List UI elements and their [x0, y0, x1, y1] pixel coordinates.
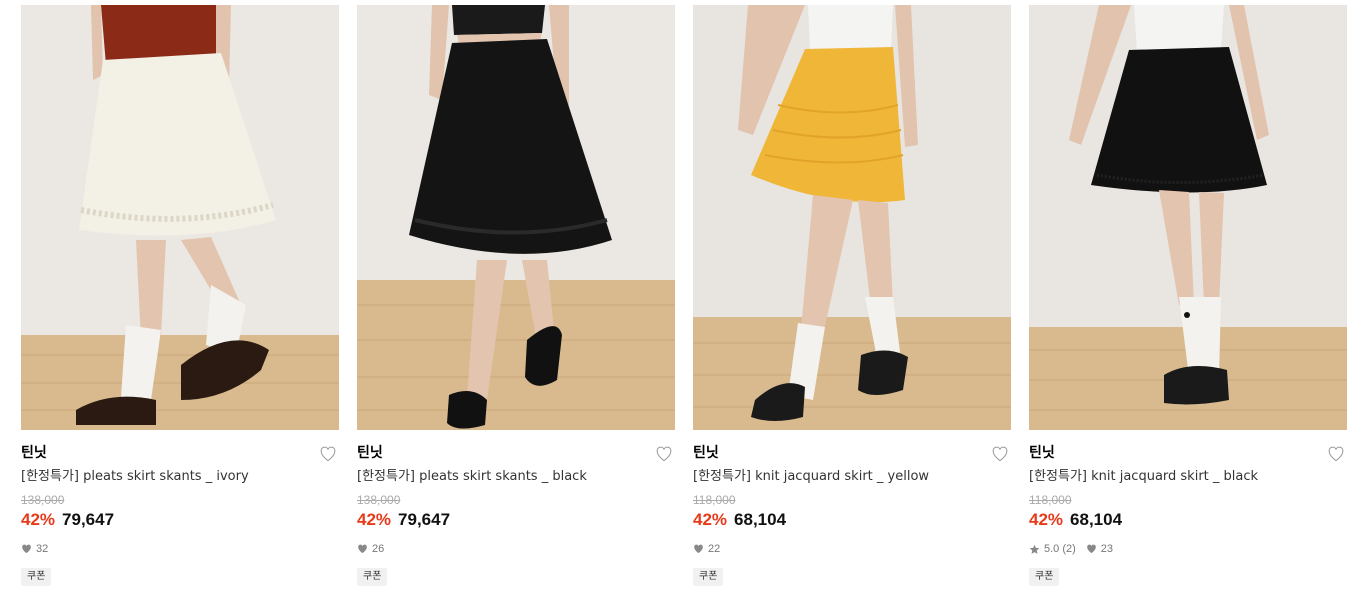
like-count-value: 22	[708, 543, 721, 555]
discount-rate: 42%	[1029, 510, 1064, 529]
product-card[interactable]: 틴닛 [한정특가] knit jacquard skirt _ yellow 1…	[693, 5, 1011, 586]
sale-price: 68,104	[1070, 510, 1123, 529]
product-image[interactable]	[1029, 5, 1347, 430]
price-row: 42% 79,647	[21, 510, 339, 530]
discount-rate: 42%	[693, 510, 728, 529]
discount-rate: 42%	[357, 510, 392, 529]
rating-value: 5.0 (2)	[1044, 543, 1076, 555]
heart-filled-icon	[22, 544, 31, 554]
like-count-value: 23	[1100, 543, 1114, 555]
like-count-value: 32	[36, 543, 49, 555]
price-row: 42% 79,647	[357, 510, 675, 530]
brand-name[interactable]: 틴닛	[357, 444, 675, 462]
discount-rate: 42%	[21, 510, 56, 529]
heart-filled-icon	[1086, 544, 1096, 554]
price-row: 42% 68,104	[693, 510, 1011, 530]
product-name[interactable]: [한정특가] pleats skirt skants _ ivory	[21, 468, 339, 485]
brand-name[interactable]: 틴닛	[693, 444, 1011, 462]
wishlist-heart-icon[interactable]	[655, 446, 673, 462]
wishlist-heart-icon[interactable]	[991, 446, 1009, 462]
like-count-value: 26	[372, 543, 385, 555]
like-count: 22	[693, 542, 720, 556]
brand-name[interactable]: 틴닛	[21, 444, 339, 462]
review-meta: 22	[693, 542, 1011, 556]
product-card[interactable]: 틴닛 [한정특가] pleats skirt skants _ black 13…	[357, 5, 675, 586]
price-row: 42% 68,104	[1029, 510, 1347, 530]
product-card[interactable]: 틴닛 [한정특가] knit jacquard skirt _ black 11…	[1029, 5, 1347, 586]
original-price: 118,000	[1029, 493, 1072, 507]
sale-price: 79,647	[398, 510, 451, 529]
product-name[interactable]: [한정특가] pleats skirt skants _ black	[357, 468, 675, 485]
coupon-badge: 쿠폰	[693, 568, 724, 586]
product-image[interactable]	[357, 5, 675, 430]
original-price: 138,000	[21, 493, 65, 507]
wishlist-heart-icon[interactable]	[1327, 446, 1345, 462]
rating: 5.0 (2)	[1029, 542, 1076, 556]
product-card[interactable]: 틴닛 [한정특가] pleats skirt skants _ ivory 13…	[21, 5, 339, 586]
coupon-badge: 쿠폰	[357, 568, 388, 586]
like-count: 26	[357, 542, 384, 556]
coupon-badge: 쿠폰	[1029, 568, 1060, 586]
review-meta: 32	[21, 542, 339, 556]
sale-price: 68,104	[734, 510, 787, 529]
like-count: 32	[21, 542, 48, 556]
review-meta: 5.0 (2) 23	[1029, 542, 1347, 556]
wishlist-heart-icon[interactable]	[319, 446, 337, 462]
review-meta: 26	[357, 542, 675, 556]
original-price: 118,000	[693, 493, 736, 507]
brand-name[interactable]: 틴닛	[1029, 444, 1347, 462]
product-image[interactable]	[21, 5, 339, 430]
sale-price: 79,647	[62, 510, 115, 529]
heart-filled-icon	[358, 544, 367, 554]
heart-filled-icon	[694, 544, 703, 554]
coupon-badge: 쿠폰	[21, 568, 52, 586]
like-count: 23	[1086, 542, 1113, 556]
original-price: 138,000	[357, 493, 401, 507]
product-name[interactable]: [한정특가] knit jacquard skirt _ black	[1029, 468, 1347, 485]
product-name[interactable]: [한정특가] knit jacquard skirt _ yellow	[693, 468, 1011, 485]
product-grid: 틴닛 [한정특가] pleats skirt skants _ ivory 13…	[0, 0, 1356, 598]
product-image[interactable]	[693, 5, 1011, 430]
star-icon	[1029, 544, 1040, 554]
